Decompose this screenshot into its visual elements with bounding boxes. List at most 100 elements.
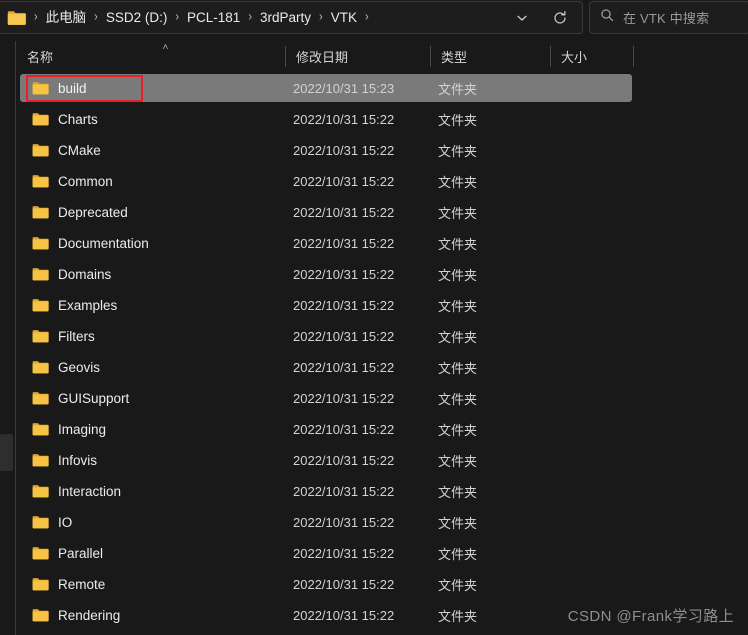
breadcrumb-separator-2: › [175, 10, 180, 24]
folder-icon [32, 360, 49, 375]
file-date-cell: 2022/10/31 15:22 [293, 204, 395, 220]
file-date-cell: 2022/10/31 15:22 [293, 421, 395, 437]
table-row[interactable]: Parallel 2022/10/31 15:22 文件夹 [20, 539, 632, 567]
refresh-icon[interactable] [548, 6, 572, 30]
file-date-cell: 2022/10/31 15:22 [293, 576, 395, 592]
explorer-toolbar: › 此电脑 › SSD2 (D:) › PCL-181 › 3rdParty ›… [0, 0, 748, 36]
column-header-date[interactable]: 修改日期 [285, 41, 430, 72]
breadcrumb-separator-3: › [248, 10, 252, 24]
file-name-cell: Common [32, 174, 113, 189]
file-name-label: IO [58, 514, 73, 530]
file-list: build 2022/10/31 15:23 文件夹 Charts 2022/10/31… [16, 73, 748, 635]
column-divider-type[interactable] [430, 46, 431, 67]
file-name-cell: Examples [32, 298, 117, 313]
column-header-label-date: 修改日期 [296, 50, 349, 65]
table-row[interactable]: Imaging 2022/10/31 15:22 文件夹 [20, 415, 632, 443]
file-type-cell: 文件夹 [438, 205, 478, 221]
file-name-label: Common [58, 173, 113, 189]
table-row[interactable]: IO 2022/10/31 15:22 文件夹 [20, 508, 632, 536]
file-date-cell: 2022/10/31 15:22 [293, 111, 395, 127]
folder-icon [32, 112, 49, 127]
table-row[interactable]: build 2022/10/31 15:23 文件夹 [20, 74, 632, 102]
file-date-cell: 2022/10/31 15:22 [293, 390, 395, 406]
column-divider-date[interactable] [285, 46, 286, 67]
breadcrumb-item-3[interactable]: 3rdParty [256, 8, 315, 28]
table-row[interactable]: Infovis 2022/10/31 15:22 文件夹 [20, 446, 632, 474]
table-row[interactable]: Charts 2022/10/31 15:22 文件夹 [20, 105, 632, 133]
breadcrumb-item-2[interactable]: PCL-181 [183, 8, 244, 28]
file-type-cell: 文件夹 [438, 484, 478, 500]
table-row[interactable]: Interaction 2022/10/31 15:22 文件夹 [20, 477, 632, 505]
column-divider-end[interactable] [633, 46, 634, 67]
search-box[interactable]: 在 VTK 中搜索 [589, 1, 748, 34]
column-header-name[interactable]: 名称 [16, 41, 285, 72]
file-name-label: Deprecated [58, 204, 128, 220]
file-type-cell: 文件夹 [438, 608, 478, 624]
sort-ascending-icon: ˄ [162, 42, 169, 53]
column-header-type[interactable]: 类型 [430, 41, 550, 72]
table-row[interactable]: Common 2022/10/31 15:22 文件夹 [20, 167, 632, 195]
file-type-cell: 文件夹 [438, 360, 478, 376]
folder-icon [32, 546, 49, 561]
breadcrumb: › 此电脑 › SSD2 (D:) › PCL-181 › 3rdParty ›… [30, 2, 510, 33]
file-type-cell: 文件夹 [438, 546, 478, 562]
file-date-cell: 2022/10/31 15:22 [293, 266, 395, 282]
file-name-cell: Deprecated [32, 205, 128, 220]
file-type-cell: 文件夹 [438, 391, 478, 407]
navigation-pane-scrollbar-thumb[interactable] [0, 434, 13, 471]
table-row[interactable]: GUISupport 2022/10/31 15:22 文件夹 [20, 384, 632, 412]
file-date-cell: 2022/10/31 15:22 [293, 452, 395, 468]
folder-icon [32, 577, 49, 592]
file-date-cell: 2022/10/31 15:22 [293, 483, 395, 499]
file-date-cell: 2022/10/31 15:22 [293, 142, 395, 158]
column-header-label-type: 类型 [441, 50, 468, 65]
breadcrumb-item-0[interactable]: 此电脑 [42, 8, 91, 28]
file-date-cell: 2022/10/31 15:22 [293, 514, 395, 530]
folder-icon [32, 298, 49, 313]
file-date-cell: 2022/10/31 15:22 [293, 607, 395, 623]
table-row[interactable]: Documentation 2022/10/31 15:22 文件夹 [20, 229, 632, 257]
file-name-label: Remote [58, 576, 106, 592]
file-date-cell: 2022/10/31 15:22 [293, 359, 395, 375]
file-date-cell: 2022/10/31 15:23 [293, 80, 395, 96]
file-explorer-window: › 此电脑 › SSD2 (D:) › PCL-181 › 3rdParty ›… [0, 0, 748, 635]
file-type-cell: 文件夹 [438, 577, 478, 593]
file-name-cell: Geovis [32, 360, 100, 375]
folder-icon [32, 205, 49, 220]
address-bar[interactable]: › 此电脑 › SSD2 (D:) › PCL-181 › 3rdParty ›… [0, 1, 583, 34]
folder-icon [32, 143, 49, 158]
chevron-down-icon[interactable] [510, 6, 534, 30]
breadcrumb-item-1[interactable]: SSD2 (D:) [102, 8, 172, 28]
file-date-cell: 2022/10/31 15:22 [293, 328, 395, 344]
file-type-cell: 文件夹 [438, 81, 478, 97]
column-header-size[interactable]: 大小 [550, 41, 633, 72]
file-name-label: Documentation [58, 235, 149, 251]
file-name-cell: Interaction [32, 484, 121, 499]
file-name-label: CMake [58, 142, 101, 158]
table-row[interactable]: Examples 2022/10/31 15:22 文件夹 [20, 291, 632, 319]
table-row[interactable]: Filters 2022/10/31 15:22 文件夹 [20, 322, 632, 350]
column-header-row: 名称 ˄ 修改日期 类型 大小 [16, 41, 748, 72]
folder-icon [32, 391, 49, 406]
file-name-cell: Infovis [32, 453, 97, 468]
table-row[interactable]: Geovis 2022/10/31 15:22 文件夹 [20, 353, 632, 381]
table-row[interactable]: Deprecated 2022/10/31 15:22 文件夹 [20, 198, 632, 226]
table-row[interactable]: Remote 2022/10/31 15:22 文件夹 [20, 570, 632, 598]
search-input[interactable]: 在 VTK 中搜索 [623, 8, 709, 27]
table-row[interactable]: CMake 2022/10/31 15:22 文件夹 [20, 136, 632, 164]
file-type-cell: 文件夹 [438, 453, 478, 469]
breadcrumb-item-4[interactable]: VTK [327, 8, 361, 28]
table-row[interactable]: Rendering 2022/10/31 15:22 文件夹 [20, 601, 632, 629]
file-date-cell: 2022/10/31 15:22 [293, 297, 395, 313]
folder-icon [32, 422, 49, 437]
file-name-cell: Documentation [32, 236, 149, 251]
table-row[interactable]: Domains 2022/10/31 15:22 文件夹 [20, 260, 632, 288]
column-header-label-size: 大小 [561, 50, 588, 65]
file-type-cell: 文件夹 [438, 267, 478, 283]
file-name-label: Charts [58, 111, 98, 127]
folder-icon [32, 453, 49, 468]
watermark: CSDN @Frank学习路上 [567, 608, 734, 625]
file-name-label: Examples [58, 297, 118, 313]
column-divider-size[interactable] [550, 46, 551, 67]
file-type-cell: 文件夹 [438, 236, 478, 252]
